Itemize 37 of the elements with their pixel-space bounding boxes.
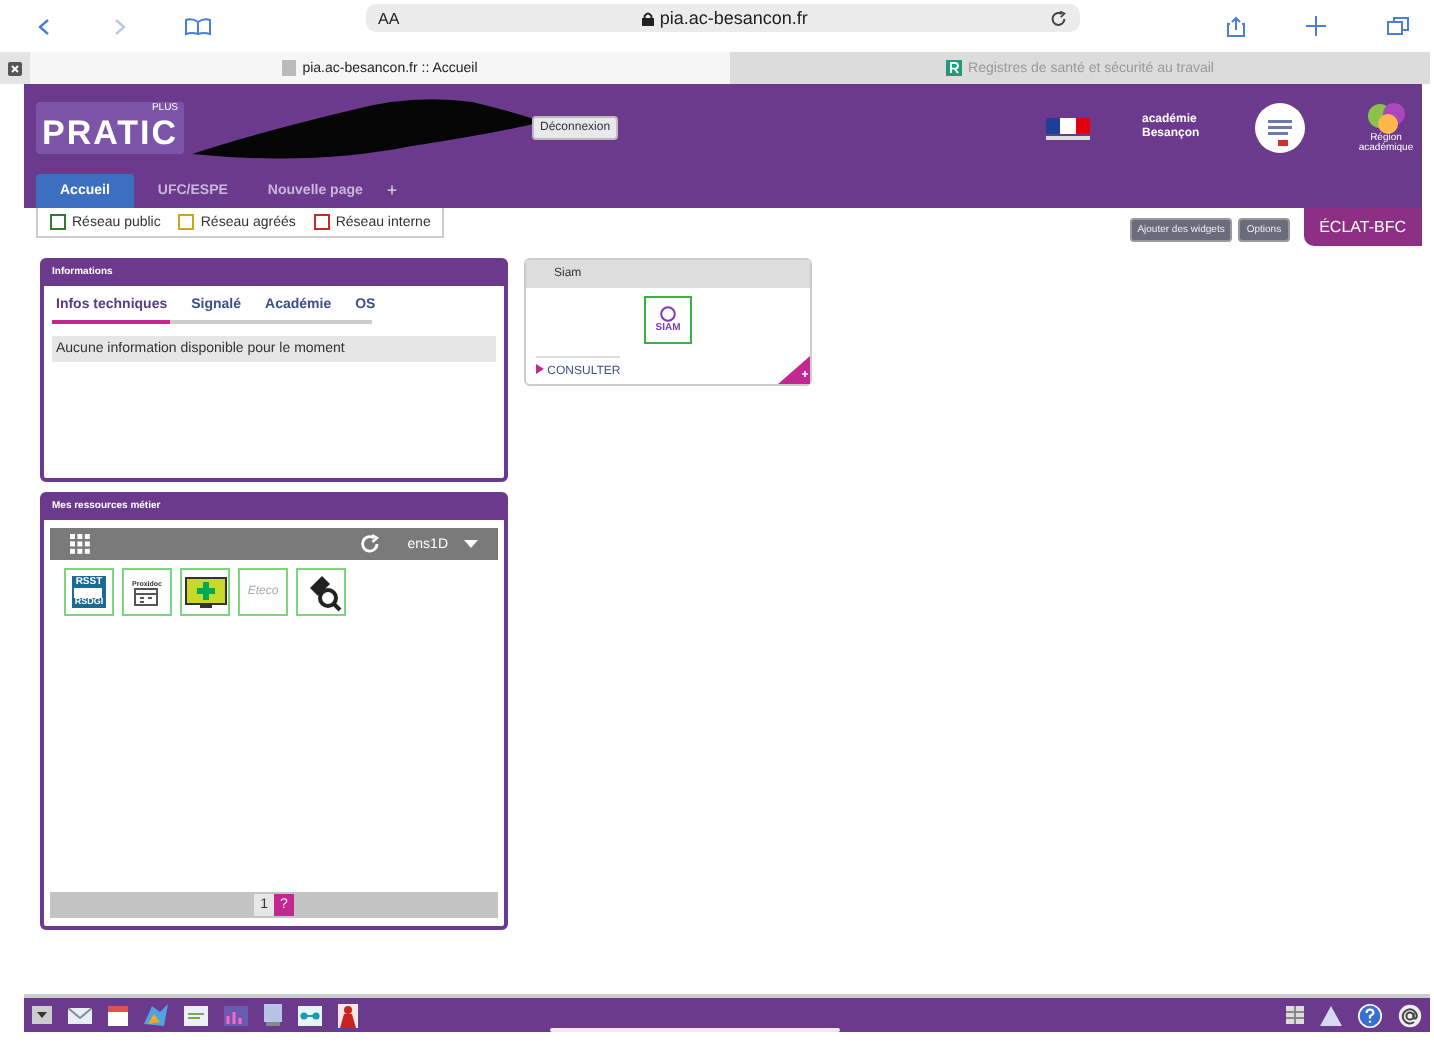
reload-icon[interactable] [1050,9,1068,27]
corner-plus-icon[interactable] [778,356,810,384]
back-icon[interactable] [36,17,54,35]
circles-icon [1364,101,1408,133]
mail-icon[interactable] [68,1007,92,1023]
triangle-icon [536,364,544,374]
screen-icon [74,587,103,598]
caret-icon[interactable] [464,540,478,548]
resource-tile[interactable] [296,568,346,616]
grid-icon[interactable] [1286,1006,1304,1024]
help-icon[interactable] [1358,1003,1382,1027]
document-icon[interactable] [184,1005,208,1025]
calendar-icon[interactable] [108,1005,128,1025]
chart-icon[interactable] [224,1005,248,1025]
plus-icon[interactable] [1306,16,1326,36]
url-text: pia.ac-besancon.fr [641,8,808,28]
r-icon [946,60,963,76]
address-field[interactable]: AA pia.ac-besancon.fr [366,4,1080,32]
calendar-icon [134,587,159,605]
grid-icon[interactable] [70,534,90,554]
share-icon[interactable] [1226,15,1246,37]
email-icon[interactable] [1398,1003,1422,1027]
add-tab-button[interactable]: + [386,180,398,208]
lock-icon [641,11,654,25]
refresh-icon[interactable] [359,534,380,554]
close-icon[interactable] [8,61,22,75]
tabs-icon[interactable] [1386,16,1410,36]
eclat-logo[interactable]: ÉCLAT-BFC [1303,208,1422,246]
menu-icon[interactable] [32,1006,52,1024]
map-icon[interactable] [144,1004,168,1026]
resource-tile[interactable] [180,568,230,616]
round-badge-logo [1254,102,1306,154]
text-size-button[interactable]: AA [378,9,400,27]
flag-logo [1046,112,1090,144]
network-icon[interactable] [298,1005,322,1025]
warning-icon[interactable] [1320,1005,1342,1025]
figure-icon[interactable] [338,1003,358,1027]
